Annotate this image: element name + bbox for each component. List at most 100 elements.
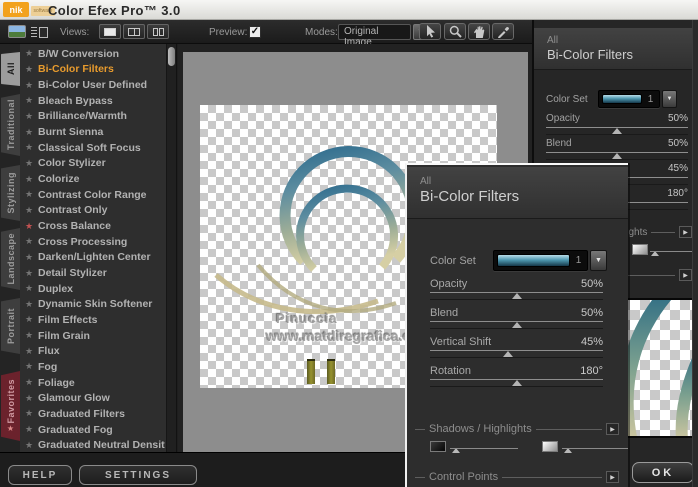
opacity-slider-thumb[interactable] <box>612 128 622 134</box>
highlights-slider-track[interactable] <box>650 251 698 252</box>
favorite-star-icon[interactable]: ★ <box>25 236 38 247</box>
favorite-star-icon[interactable]: ★ <box>25 440 38 451</box>
rotation-slider-track[interactable] <box>430 379 603 387</box>
favorite-star-icon[interactable]: ★ <box>25 221 38 232</box>
favorite-star-icon[interactable]: ★ <box>25 252 38 263</box>
highlights-slider[interactable] <box>632 242 698 260</box>
view-split-button[interactable] <box>123 24 145 39</box>
filter-item-detail-stylizer[interactable]: ★Detail Stylizer <box>20 265 165 281</box>
filter-item-classical-soft-focus[interactable]: ★Classical Soft Focus <box>20 140 165 156</box>
favorite-star-icon[interactable]: ★ <box>25 330 38 341</box>
favorite-star-icon[interactable]: ★ <box>25 80 38 91</box>
settings-button[interactable]: SETTINGS <box>79 465 197 485</box>
eyedropper-tool-button[interactable] <box>492 23 514 40</box>
favorite-star-icon[interactable]: ★ <box>25 142 38 153</box>
control-points-expand-button[interactable]: ▶ <box>606 471 619 483</box>
favorite-star-icon[interactable]: ★ <box>25 189 38 200</box>
filter-item-b-w-conversion[interactable]: ★B/W Conversion <box>20 46 165 62</box>
highlights-slider-track[interactable] <box>562 448 628 449</box>
blend-slider-thumb[interactable] <box>612 153 622 159</box>
filter-item-foliage[interactable]: ★Foliage <box>20 375 165 391</box>
view-single-button[interactable] <box>99 24 121 39</box>
shadows-highlights-expand-button[interactable]: ▶ <box>606 423 619 435</box>
favorite-star-icon[interactable]: ★ <box>25 424 38 435</box>
filter-item-cross-processing[interactable]: ★Cross Processing <box>20 234 165 250</box>
favorite-star-icon[interactable]: ★ <box>25 377 38 388</box>
filter-item-bi-color-user-defined[interactable]: ★Bi-Color User Defined <box>20 77 165 93</box>
pan-tool-button[interactable] <box>468 23 490 40</box>
blend-slider-track[interactable] <box>430 321 603 329</box>
highlights-slider[interactable] <box>542 439 628 457</box>
image-thumbnail-icon[interactable] <box>8 25 26 38</box>
color-set-dropdown-arrow-button[interactable]: ▼ <box>590 250 607 271</box>
filter-item-bi-color-filters[interactable]: ★Bi-Color Filters <box>20 62 165 78</box>
vertical-shift-slider-track[interactable] <box>430 350 603 358</box>
opacity-slider-track[interactable] <box>546 127 688 135</box>
filter-item-burnt-sienna[interactable]: ★Burnt Sienna <box>20 124 165 140</box>
filter-item-glamour-glow[interactable]: ★Glamour Glow <box>20 390 165 406</box>
modes-dropdown[interactable]: Original Image <box>338 24 411 40</box>
favorite-star-icon[interactable]: ★ <box>25 299 38 310</box>
rotation-slider-thumb[interactable] <box>512 380 522 386</box>
panel-layout-icon[interactable] <box>31 26 49 38</box>
filter-item-graduated-filters[interactable]: ★Graduated Filters <box>20 406 165 422</box>
help-button[interactable]: HELP <box>8 465 72 485</box>
color-set-dropdown-arrow-button[interactable]: ▼ <box>662 90 677 108</box>
favorite-star-icon[interactable]: ★ <box>25 361 38 372</box>
favorite-star-icon[interactable]: ★ <box>25 205 38 216</box>
preview-checkbox[interactable]: ✓ <box>249 26 261 38</box>
category-tab-portrait[interactable]: Portrait <box>1 298 20 354</box>
favorite-star-icon[interactable]: ★ <box>25 174 38 185</box>
favorite-star-icon[interactable]: ★ <box>25 64 38 75</box>
color-set-dropdown[interactable]: 1 <box>598 90 660 108</box>
category-tab-all[interactable]: All <box>1 52 20 86</box>
color-set-dropdown[interactable]: 1 <box>493 250 588 271</box>
zoom-tool-button[interactable] <box>444 23 466 40</box>
control-points-expand-button[interactable]: ▶ <box>679 269 692 281</box>
category-tab-landscape[interactable]: Landscape <box>1 228 20 290</box>
opacity-slider-thumb[interactable] <box>512 293 522 299</box>
category-tab-traditional[interactable]: Traditional <box>1 94 20 156</box>
filter-item-bleach-bypass[interactable]: ★Bleach Bypass <box>20 93 165 109</box>
filter-item-fog[interactable]: ★Fog <box>20 359 165 375</box>
filter-item-dynamic-skin-softener[interactable]: ★Dynamic Skin Softener <box>20 297 165 313</box>
vertical-shift-slider-thumb[interactable] <box>503 351 513 357</box>
filter-item-contrast-only[interactable]: ★Contrast Only <box>20 203 165 219</box>
shadows-slider-track[interactable] <box>450 448 518 449</box>
filter-item-flux[interactable]: ★Flux <box>20 343 165 359</box>
favorite-star-icon[interactable]: ★ <box>25 95 38 106</box>
filter-item-color-stylizer[interactable]: ★Color Stylizer <box>20 156 165 172</box>
panel-header[interactable]: All Bi-Color Filters <box>407 167 628 219</box>
filter-item-cross-balance[interactable]: ★Cross Balance <box>20 218 165 234</box>
shadows-highlights-expand-button[interactable]: ▶ <box>679 226 692 238</box>
favorite-star-icon[interactable]: ★ <box>25 283 38 294</box>
filter-item-colorize[interactable]: ★Colorize <box>20 171 165 187</box>
filter-item-graduated-neutral-density[interactable]: ★Graduated Neutral Density <box>20 437 165 453</box>
favorite-star-icon[interactable]: ★ <box>25 48 38 59</box>
scrollbar-thumb[interactable] <box>168 47 175 66</box>
favorite-star-icon[interactable]: ★ <box>25 408 38 419</box>
filter-item-contrast-color-range[interactable]: ★Contrast Color Range <box>20 187 165 203</box>
opacity-slider-track[interactable] <box>430 292 603 300</box>
ok-button[interactable]: OK <box>632 462 694 483</box>
favorite-star-icon[interactable]: ★ <box>25 127 38 138</box>
favorite-star-icon[interactable]: ★ <box>25 111 38 122</box>
filter-item-brilliance-warmth[interactable]: ★Brilliance/Warmth <box>20 109 165 125</box>
favorite-star-icon[interactable]: ★ <box>25 314 38 325</box>
favorite-star-icon[interactable]: ★ <box>25 268 38 279</box>
filter-item-graduated-fog[interactable]: ★Graduated Fog <box>20 422 165 438</box>
favorite-star-icon[interactable]: ★ <box>25 158 38 169</box>
view-side-by-side-button[interactable] <box>147 24 169 39</box>
filter-item-darken-lighten-center[interactable]: ★Darken/Lighten Center <box>20 250 165 266</box>
filter-item-film-effects[interactable]: ★Film Effects <box>20 312 165 328</box>
favorite-star-icon[interactable]: ★ <box>25 346 38 357</box>
blend-slider-thumb[interactable] <box>512 322 522 328</box>
category-tab-stylizing[interactable]: Stylizing <box>1 165 20 221</box>
category-tab-favorites[interactable]: Favorites★ <box>1 371 20 441</box>
favorite-star-icon[interactable]: ★ <box>25 393 38 404</box>
filter-list-scrollbar[interactable] <box>166 44 176 455</box>
filter-item-film-grain[interactable]: ★Film Grain <box>20 328 165 344</box>
blend-slider-track[interactable] <box>546 152 688 160</box>
shadows-slider[interactable] <box>430 439 518 457</box>
floating-filter-panel[interactable]: All Bi-Color Filters Color Set 1 ▼ Opaci… <box>405 163 628 487</box>
